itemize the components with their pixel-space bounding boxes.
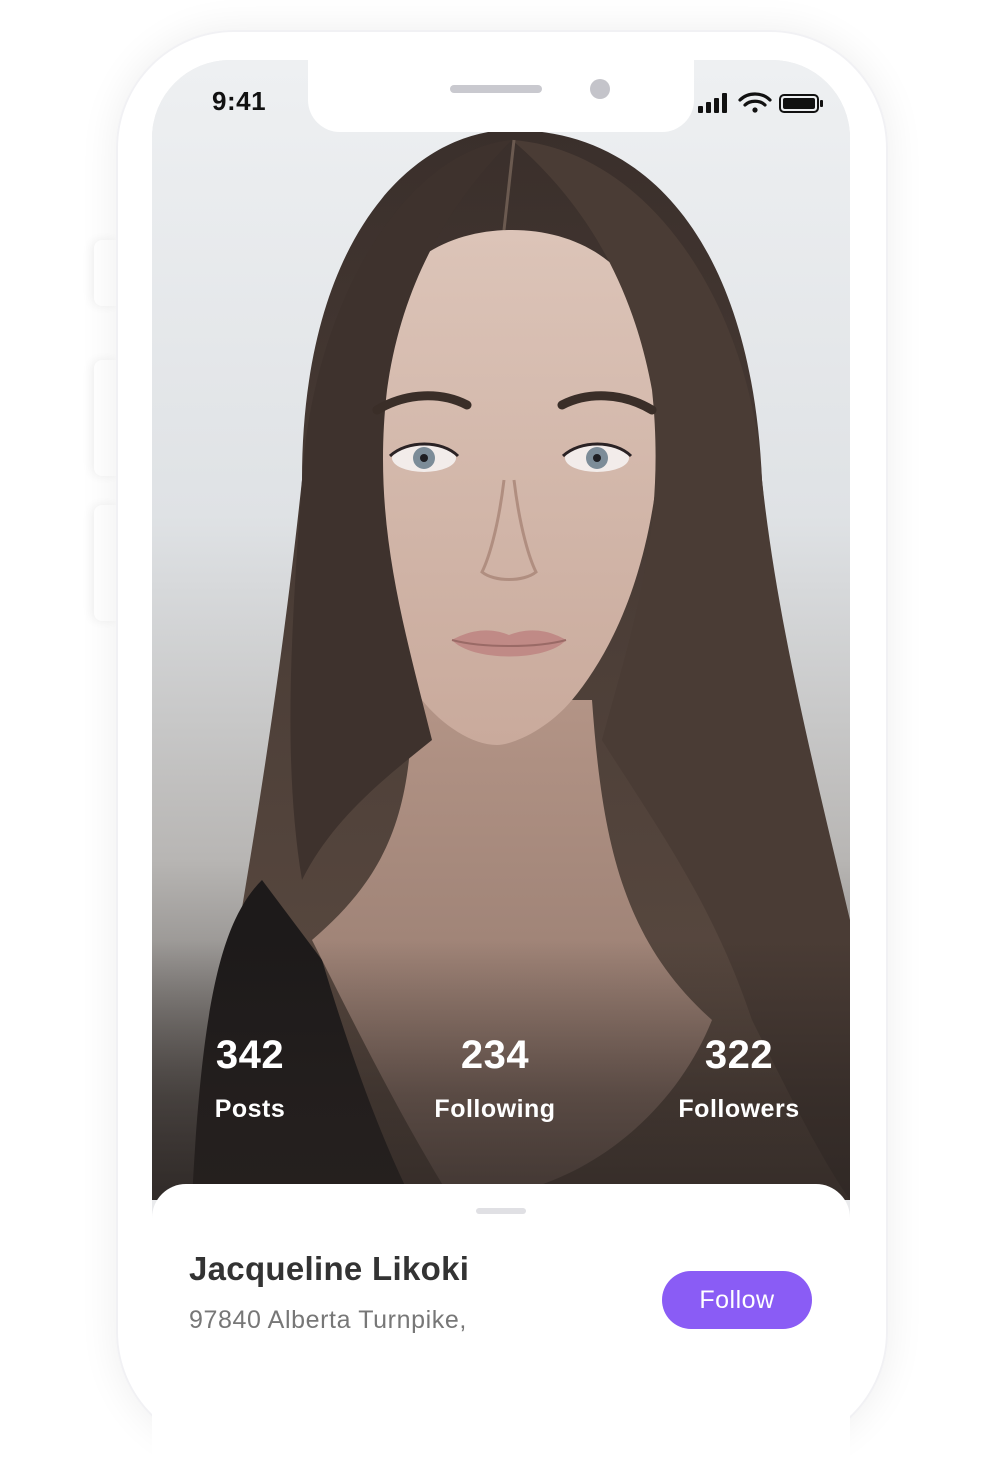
stat-following-value: 234 xyxy=(460,1033,530,1077)
stat-followers-value: 322 xyxy=(704,1033,774,1077)
wifi-icon xyxy=(738,92,772,113)
device-notch xyxy=(308,60,694,132)
cellular-signal-icon xyxy=(698,93,727,113)
phone-screen: 9:41 342 Posts 234 Following 322 Followe… xyxy=(152,60,850,1480)
stat-followers[interactable]: 322 Followers xyxy=(639,1035,839,1124)
phone-side-button-mute xyxy=(94,240,118,306)
profile-address: 97840 Alberta Turnpike, xyxy=(189,1306,467,1334)
profile-stats: 342 Posts 234 Following 322 Followers xyxy=(152,1035,850,1145)
profile-bottom-sheet: Jacqueline Likoki 97840 Alberta Turnpike… xyxy=(152,1184,850,1480)
follow-button[interactable]: Follow xyxy=(662,1271,812,1329)
front-camera xyxy=(590,79,610,99)
speaker-grille xyxy=(450,85,542,93)
stat-following-label: Following xyxy=(434,1095,556,1123)
sheet-drag-handle[interactable] xyxy=(476,1208,526,1214)
status-bar-time: 9:41 xyxy=(212,86,267,116)
profile-name: Jacqueline Likoki xyxy=(189,1250,470,1287)
stat-followers-label: Followers xyxy=(678,1095,800,1123)
phone-side-button-volume-up xyxy=(94,360,118,476)
status-bar-icons xyxy=(698,90,828,116)
stat-posts-label: Posts xyxy=(214,1095,286,1123)
battery-icon xyxy=(779,94,823,113)
stat-posts[interactable]: 342 Posts xyxy=(152,1035,350,1124)
stat-posts-value: 342 xyxy=(215,1033,285,1077)
phone-side-button-volume-down xyxy=(94,505,118,621)
stat-following[interactable]: 234 Following xyxy=(395,1035,595,1124)
